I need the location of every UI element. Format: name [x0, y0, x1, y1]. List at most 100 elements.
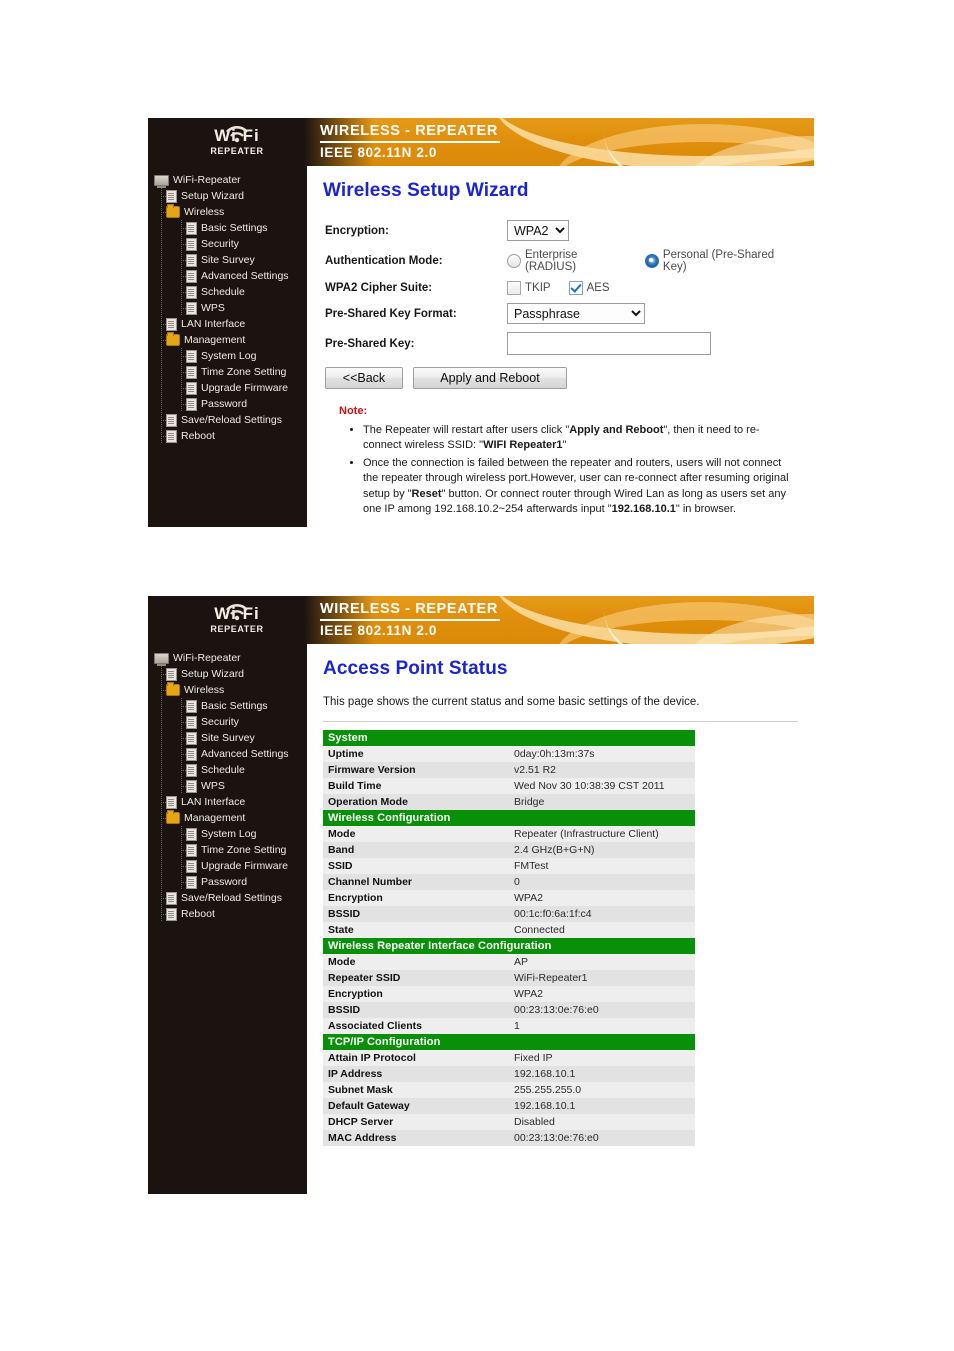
sidebar-item-system-log[interactable]: System Log — [148, 826, 307, 842]
psk-format-field: Passphrase — [503, 299, 800, 328]
status-row-key: DHCP Server — [323, 1113, 509, 1130]
status-row-key: Build Time — [323, 777, 509, 794]
sidebar-item-basic-settings[interactable]: Basic Settings — [148, 220, 307, 236]
checkbox-tkip[interactable] — [507, 281, 521, 295]
sidebar-item-label: Advanced Settings — [201, 270, 289, 282]
page-icon — [166, 189, 177, 203]
tree-rail — [161, 236, 162, 252]
status-row-value: 00:1c:f0:6a:1f:c4 — [509, 905, 695, 922]
auth-mode-field: Enterprise (RADIUS) Personal (Pre-Shared… — [503, 245, 800, 277]
sidebar-item-password[interactable]: Password — [148, 874, 307, 890]
checkbox-aes[interactable] — [568, 281, 583, 295]
page-icon — [186, 715, 197, 729]
status-row-key: State — [323, 921, 509, 938]
sidebar-item-password[interactable]: Password — [148, 396, 307, 412]
sidebar-item-security[interactable]: Security — [148, 236, 307, 252]
header-title-secondary: IEEE 802.11N 2.0 — [320, 145, 437, 160]
sidebar-item-basic-settings[interactable]: Basic Settings — [148, 698, 307, 714]
banner-wave-icon — [684, 136, 814, 166]
page-icon — [166, 413, 177, 427]
sidebar-item-advanced-settings[interactable]: Advanced Settings — [148, 746, 307, 762]
sidebar-item-wps[interactable]: WPS — [148, 300, 307, 316]
status-row-key: Repeater SSID — [323, 969, 509, 986]
note-list: The Repeater will restart after users cl… — [349, 423, 794, 517]
status-row: BSSID 00:1c:f0:6a:1f:c4 — [323, 905, 695, 922]
banner-wave-icon — [494, 118, 814, 166]
wizard-content: Wireless Setup Wizard Encryption: WPA2 A… — [307, 166, 814, 528]
sidebar-item-system-log[interactable]: System Log — [148, 348, 307, 364]
status-row-value: 192.168.10.1 — [509, 1065, 695, 1082]
sidebar-item-save-reload-settings[interactable]: Save/Reload Settings — [148, 412, 307, 428]
sidebar-item-lan-interface[interactable]: LAN Interface — [148, 316, 307, 332]
sidebar-item-wireless[interactable]: Wireless — [148, 682, 307, 698]
folder-icon — [166, 332, 180, 346]
sidebar-item-wifi-repeater[interactable]: WiFi-Repeater — [148, 650, 307, 666]
checkbox-aes-label: AES — [586, 282, 610, 294]
sidebar-item-setup-wizard[interactable]: Setup Wizard — [148, 666, 307, 682]
status-row-key: IP Address — [323, 1065, 509, 1082]
header-rule — [320, 141, 500, 143]
logo-wordmark: Wi Fi — [178, 603, 296, 625]
sidebar-item-label: Setup Wizard — [181, 668, 245, 680]
sidebar-item-site-survey[interactable]: Site Survey — [148, 252, 307, 268]
status-section-header: TCP/IP Configuration — [323, 1033, 695, 1050]
psk-format-select[interactable]: Passphrase — [507, 303, 645, 324]
sidebar-item-save-reload-settings[interactable]: Save/Reload Settings — [148, 890, 307, 906]
sidebar-item-advanced-settings[interactable]: Advanced Settings — [148, 268, 307, 284]
sidebar-item-reboot[interactable]: Reboot — [148, 906, 307, 922]
page-icon — [166, 317, 177, 331]
sidebar-item-upgrade-firmware[interactable]: Upgrade Firmware — [148, 858, 307, 874]
sidebar-item-wireless[interactable]: Wireless — [148, 204, 307, 220]
page-icon — [186, 397, 197, 411]
folder-icon — [166, 204, 180, 218]
sidebar-item-lan-interface[interactable]: LAN Interface — [148, 794, 307, 810]
sidebar-item-wps[interactable]: WPS — [148, 778, 307, 794]
sidebar-item-time-zone-setting[interactable]: Time Zone Setting — [148, 364, 307, 380]
sidebar-item-label: Time Zone Setting — [201, 366, 287, 378]
back-button[interactable]: <<Back — [325, 367, 403, 389]
status-row: Subnet Mask 255.255.255.0 — [323, 1081, 695, 1098]
psk-format-label: Pre-Shared Key Format: — [325, 307, 457, 320]
sidebar-item-schedule[interactable]: Schedule — [148, 284, 307, 300]
sidebar-item-site-survey[interactable]: Site Survey — [148, 730, 307, 746]
sidebar-item-setup-wizard[interactable]: Setup Wizard — [148, 188, 307, 204]
radio-enterprise[interactable] — [507, 254, 521, 268]
page-icon — [166, 429, 177, 443]
sidebar-item-label: Save/Reload Settings — [181, 414, 282, 426]
sidebar-item-label: Upgrade Firmware — [201, 860, 288, 872]
panel-body: WiFi-Repeater Setup Wizard Wireless Basic S… — [148, 644, 814, 1194]
status-section-title: Wireless Configuration — [323, 809, 695, 826]
sidebar-item-label: Upgrade Firmware — [201, 382, 288, 394]
status-row-value: 00:23:13:0e:76:e0 — [509, 1001, 695, 1018]
radio-personal[interactable] — [644, 254, 659, 268]
logo-subtext: REPEATER — [210, 624, 264, 634]
sidebar-item-schedule[interactable]: Schedule — [148, 762, 307, 778]
page-icon — [186, 763, 197, 777]
status-section-header: Wireless Repeater Interface Configuratio… — [323, 937, 695, 954]
psk-field — [503, 328, 800, 359]
form-row-cipher-suite: WPA2 Cipher Suite: TKIP AES — [325, 277, 800, 299]
sidebar-item-label: Schedule — [201, 764, 245, 776]
status-row-key: Channel Number — [323, 873, 509, 890]
radio-enterprise-label: Enterprise (RADIUS) — [525, 249, 578, 273]
psk-input[interactable] — [507, 332, 711, 355]
apply-and-reboot-button[interactable]: Apply and Reboot — [413, 367, 567, 389]
sidebar-item-time-zone-setting[interactable]: Time Zone Setting — [148, 842, 307, 858]
sidebar-item-management[interactable]: Management — [148, 332, 307, 348]
encryption-select[interactable]: WPA2 — [507, 220, 569, 241]
page-icon — [166, 795, 177, 809]
nav-tree: WiFi-Repeater Setup Wizard Wireless Basic S… — [148, 172, 307, 444]
header-title-primary: WIRELESS - REPEATER — [320, 601, 498, 617]
status-row-value: Repeater (Infrastructure Client) — [509, 825, 695, 842]
auth-mode-label: Authentication Mode: — [325, 255, 443, 267]
note-bullet: The Repeater will restart after users cl… — [363, 423, 794, 454]
sidebar-item-upgrade-firmware[interactable]: Upgrade Firmware — [148, 380, 307, 396]
sidebar-item-wifi-repeater[interactable]: WiFi-Repeater — [148, 172, 307, 188]
sidebar-item-security[interactable]: Security — [148, 714, 307, 730]
sidebar-item-management[interactable]: Management — [148, 810, 307, 826]
status-row-value: Wed Nov 30 10:38:39 CST 2011 — [509, 777, 695, 794]
page-icon — [166, 891, 177, 905]
status-row: IP Address 192.168.10.1 — [323, 1065, 695, 1082]
checkbox-tkip-label: TKIP — [525, 282, 551, 294]
sidebar-item-reboot[interactable]: Reboot — [148, 428, 307, 444]
